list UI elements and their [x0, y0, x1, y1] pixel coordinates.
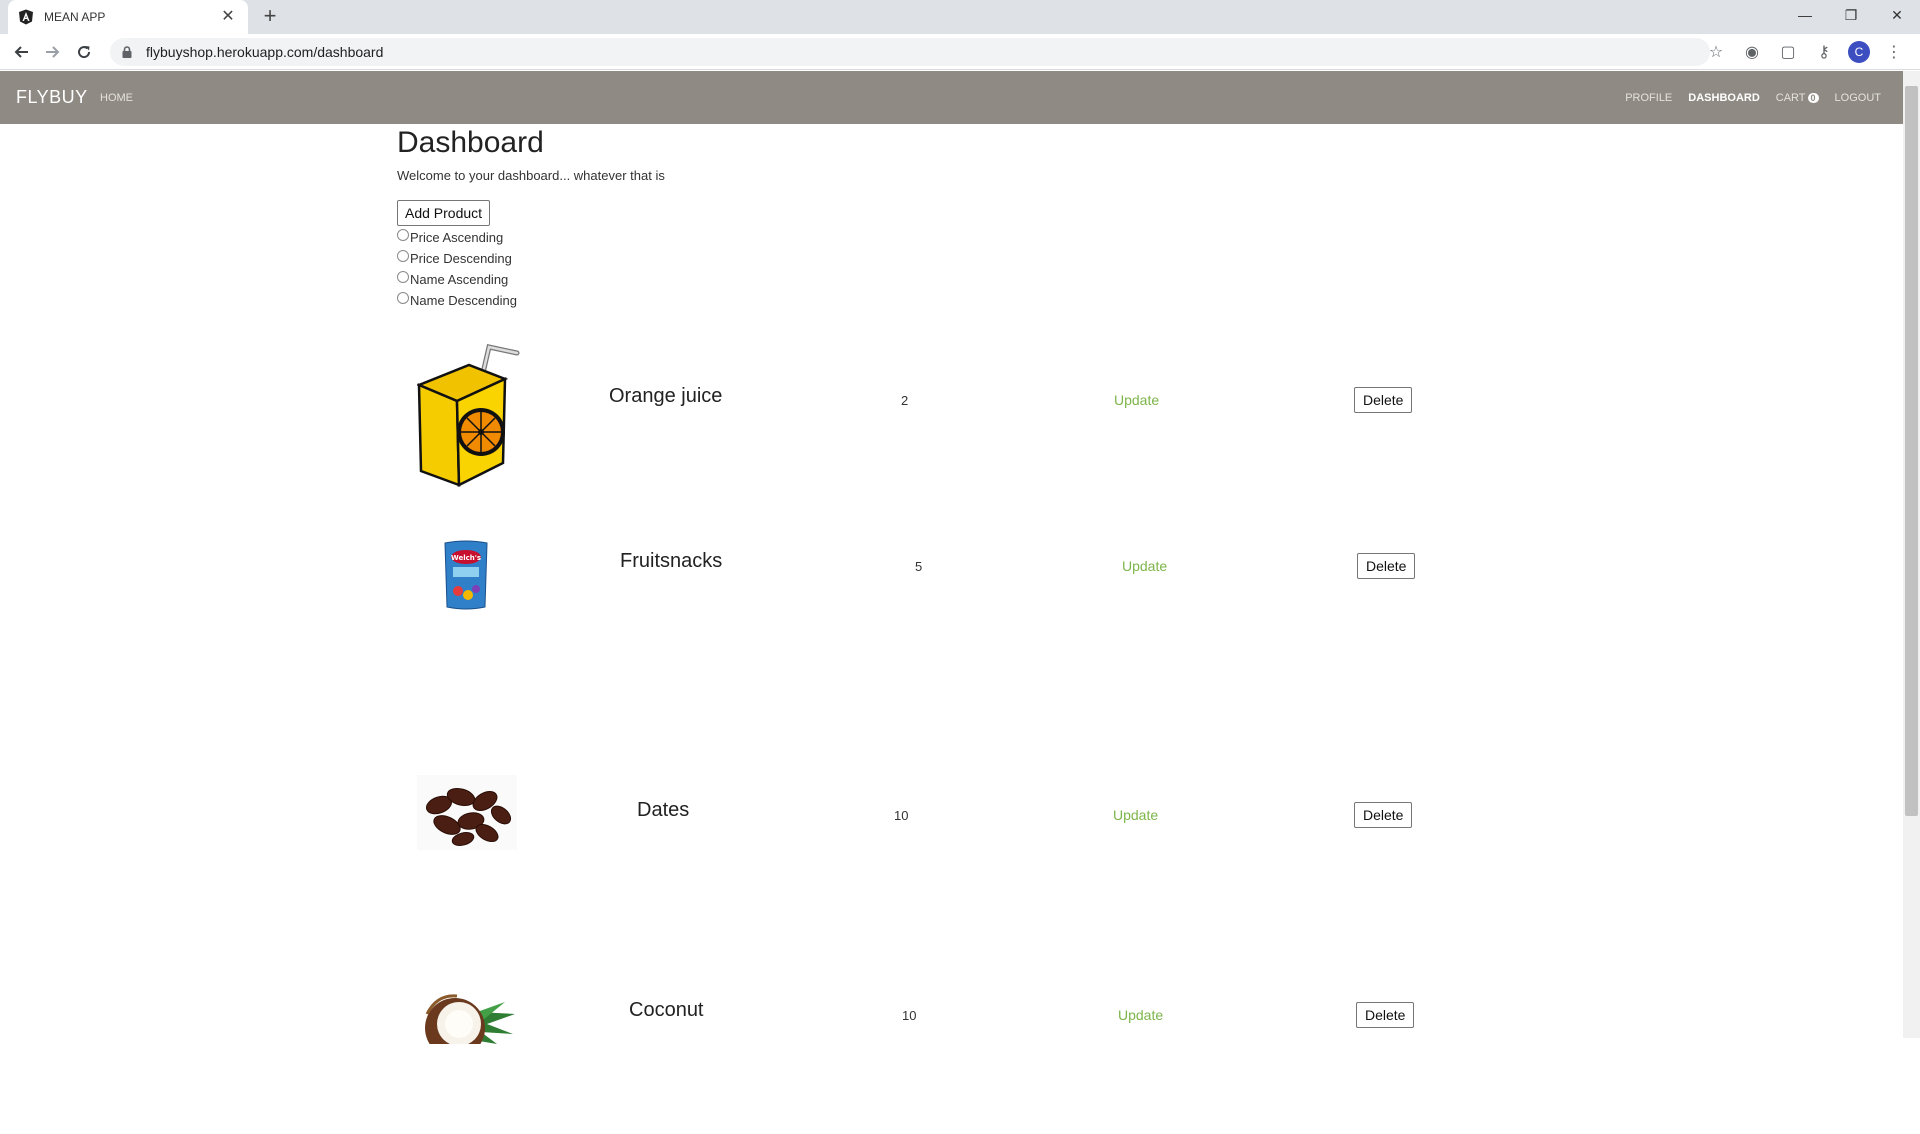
nav-home-link[interactable]: HOME	[100, 92, 133, 104]
key-icon[interactable]: ⚷	[1812, 40, 1836, 64]
product-quantity: 2	[901, 393, 909, 408]
radio-button[interactable]	[397, 249, 409, 262]
product-quantity: 10	[894, 808, 909, 823]
dates-image	[417, 775, 517, 850]
nav-dashboard-link[interactable]: DASHBOARD	[1688, 92, 1760, 104]
update-link[interactable]: Update	[1122, 558, 1167, 574]
product-name: Fruitsnacks	[620, 550, 723, 572]
reload-icon[interactable]	[72, 40, 96, 64]
update-link[interactable]: Update	[1118, 1007, 1163, 1023]
welcome-text: Welcome to your dashboard... whatever th…	[397, 168, 665, 183]
close-tab-icon[interactable]: ✕	[218, 7, 238, 27]
fruitsnacks-image: Welch's	[441, 539, 491, 611]
product-row: Welch's Fruitsnacks 5 Update Delete	[397, 539, 1497, 689]
product-row: Orange juice 2 Update Delete	[397, 339, 1497, 489]
sort-label: Price Descending	[410, 251, 512, 266]
browser-toolbar: flybuyshop.herokuapp.com/dashboard ☆ ◉ ▢…	[0, 34, 1920, 70]
coconut-image	[417, 984, 517, 1044]
orange-juice-image	[417, 339, 521, 487]
product-quantity: 10	[902, 1008, 917, 1023]
sort-price-desc[interactable]: Price Descending	[397, 248, 1497, 269]
product-row: Dates 10 Update Delete	[397, 775, 1497, 925]
delete-button[interactable]: Delete	[1354, 387, 1413, 413]
nav-right-links: PROFILE DASHBOARD CART 0 LOGOUT	[1625, 92, 1881, 104]
product-row: Coconut 10 Update Delete	[397, 984, 1497, 1134]
dashboard-content: Dashboard Welcome to your dashboard... w…	[397, 124, 1497, 1044]
radio-button[interactable]	[397, 270, 409, 283]
product-name: Orange juice	[609, 385, 723, 407]
delete-button[interactable]: Delete	[1357, 553, 1416, 579]
sort-label: Name Ascending	[410, 272, 509, 287]
add-product-button[interactable]: Add Product	[397, 200, 491, 226]
cart-label: CART	[1775, 92, 1806, 104]
page-title: Dashboard	[397, 126, 544, 159]
forward-arrow-icon[interactable]	[40, 40, 64, 64]
menu-kebab-icon[interactable]: ⋮	[1882, 40, 1906, 64]
svg-text:Welch's: Welch's	[451, 554, 481, 562]
sort-label: Price Ascending	[410, 230, 504, 245]
sort-name-asc[interactable]: Name Ascending	[397, 269, 1497, 290]
scrollbar-thumb[interactable]	[1905, 86, 1918, 816]
extension-icons: ☆ ◉ ▢ ⚷ C ⋮	[1704, 40, 1906, 64]
sort-label: Name Descending	[410, 293, 517, 308]
nav-logout-link[interactable]: LOGOUT	[1835, 92, 1881, 104]
minimize-icon[interactable]: —	[1782, 0, 1828, 30]
extension-globe-icon[interactable]: ◉	[1740, 40, 1764, 64]
delete-button[interactable]: Delete	[1354, 802, 1413, 828]
tab-title: MEAN APP	[44, 10, 106, 24]
sort-options: Price Ascending Price Descending Name As…	[397, 227, 1497, 311]
window-controls: — ❐ ✕	[1782, 0, 1920, 30]
product-name: Coconut	[629, 999, 704, 1021]
app-navbar: FLYBUY HOME PROFILE DASHBOARD CART 0 LOGO…	[0, 71, 1903, 124]
product-name: Dates	[637, 799, 690, 821]
nav-cart-link[interactable]: CART 0	[1776, 92, 1819, 104]
angular-icon	[19, 9, 33, 25]
profile-avatar[interactable]: C	[1848, 41, 1870, 63]
delete-button[interactable]: Delete	[1356, 1002, 1415, 1028]
browser-tabstrip: MEAN APP ✕ + — ❐ ✕	[0, 0, 1920, 34]
new-tab-icon[interactable]: +	[258, 5, 282, 29]
restore-icon[interactable]: ❐	[1828, 0, 1874, 30]
close-window-icon[interactable]: ✕	[1874, 0, 1920, 30]
url-text: flybuyshop.herokuapp.com/dashboard	[146, 44, 384, 60]
cart-count-badge: 0	[1807, 93, 1819, 103]
update-link[interactable]: Update	[1114, 392, 1159, 408]
bookmark-star-icon[interactable]: ☆	[1704, 40, 1728, 64]
update-link[interactable]: Update	[1113, 807, 1158, 823]
radio-button[interactable]	[397, 291, 409, 304]
lock-icon	[122, 46, 132, 58]
sort-price-asc[interactable]: Price Ascending	[397, 227, 1497, 248]
back-arrow-icon[interactable]	[10, 40, 34, 64]
omnibox[interactable]: flybuyshop.herokuapp.com/dashboard	[110, 38, 1710, 66]
product-quantity: 5	[915, 559, 923, 574]
extension-square-icon[interactable]: ▢	[1776, 40, 1800, 64]
browser-tab[interactable]: MEAN APP ✕	[8, 0, 248, 34]
brand-logo[interactable]: FLYBUY	[16, 87, 88, 108]
radio-button[interactable]	[397, 228, 409, 241]
sort-name-desc[interactable]: Name Descending	[397, 290, 1497, 311]
nav-profile-link[interactable]: PROFILE	[1625, 92, 1672, 104]
